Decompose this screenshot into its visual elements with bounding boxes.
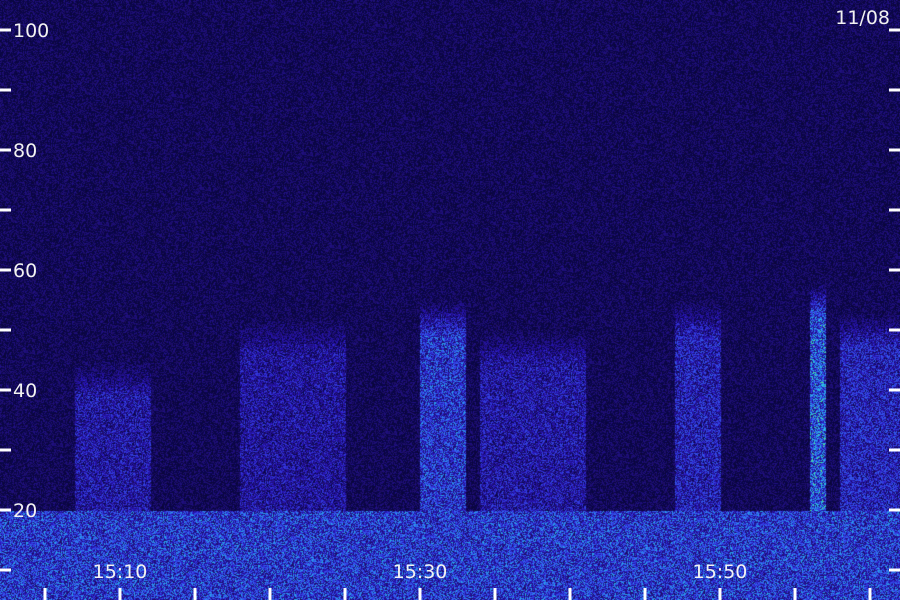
y-tick-label-60: 60 [13,260,37,282]
y-axis: 100 80 60 40 20 [0,20,900,572]
x-axis: 15:10 15:30 15:50 [43,561,872,600]
x-tick-label-1510: 15:10 [93,561,148,583]
spectrogram-chart: 100 80 60 40 20 15:10 15:30 15:50 11/08 [0,0,900,600]
date-label: 11/08 [835,7,890,29]
y-tick-label-20: 20 [13,500,37,522]
y-tick-label-80: 80 [13,140,37,162]
axis-overlay: 100 80 60 40 20 15:10 15:30 15:50 11/08 [0,7,900,600]
x-tick-label-1550: 15:50 [693,561,748,583]
y-tick-label-100: 100 [13,20,49,42]
y-tick-label-40: 40 [13,380,37,402]
x-tick-label-1530: 15:30 [393,561,448,583]
